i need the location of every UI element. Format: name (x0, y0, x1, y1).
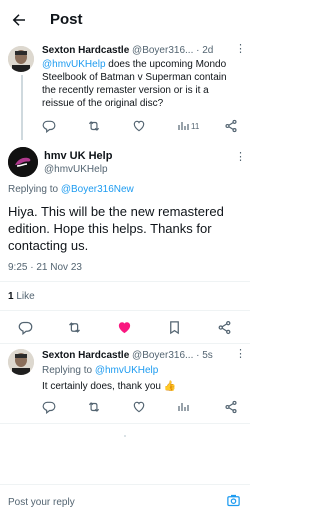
divider (0, 423, 250, 424)
bookmark-icon[interactable] (167, 320, 182, 335)
top-bar: Post (0, 0, 250, 40)
views-stat[interactable]: 11 (177, 120, 199, 132)
author-handle[interactable]: @Boyer316... (132, 45, 193, 56)
more-options-icon[interactable]: ⋮ (235, 42, 246, 55)
more-options-icon[interactable]: ⋮ (235, 347, 246, 360)
repost-icon[interactable] (67, 320, 82, 335)
share-icon[interactable] (224, 400, 238, 414)
author-handle[interactable]: @hmvUKHelp (44, 164, 108, 175)
mention-link[interactable]: @hmvUKHelp (95, 365, 159, 376)
thread-line (21, 75, 23, 140)
likes-label: Like (13, 291, 35, 302)
reply-input[interactable]: Post your reply (8, 497, 75, 508)
repost-icon[interactable] (87, 400, 101, 414)
replying-to: Replying to @hmvUKHelp (42, 364, 158, 377)
tweet-header: Sexton Hardcastle @Boyer316... · 5s (42, 350, 213, 361)
reply-icon[interactable] (42, 400, 56, 414)
replying-prefix: Replying to (42, 365, 95, 376)
replying-prefix: Replying to (8, 184, 61, 195)
tweet-time[interactable]: · 5s (196, 350, 213, 361)
page-title: Post (50, 11, 83, 28)
tweet-timestamp[interactable]: 9:25 · 21 Nov 23 (8, 262, 82, 273)
avatar[interactable] (8, 147, 38, 177)
divider (0, 310, 250, 311)
divider (0, 484, 250, 485)
repost-icon[interactable] (87, 119, 101, 133)
views-icon (178, 122, 189, 130)
author-name[interactable]: Sexton Hardcastle (42, 45, 129, 56)
loading-dot (124, 435, 126, 437)
like-icon-active[interactable] (117, 320, 132, 335)
author-name[interactable]: Sexton Hardcastle (42, 350, 129, 361)
mention-link[interactable]: @Boyer316New (61, 184, 134, 195)
like-icon[interactable] (132, 119, 146, 133)
share-icon[interactable] (224, 119, 238, 133)
tweet-time[interactable]: · 2d (196, 45, 213, 56)
more-options-icon[interactable]: ⋮ (235, 150, 246, 163)
tweet-header: Sexton Hardcastle @Boyer316... · 2d (42, 45, 213, 56)
tweet-text: Hiya. This will be the new remastered ed… (8, 204, 224, 253)
back-arrow-icon[interactable] (10, 11, 28, 29)
avatar[interactable] (8, 46, 34, 72)
divider (0, 343, 250, 344)
views-count: 11 (191, 121, 200, 131)
reply-icon[interactable] (18, 320, 33, 335)
likes-stat[interactable]: 1 Like (8, 291, 35, 302)
tweet-text: It certainly does, thank you 👍 (42, 381, 177, 392)
author-handle[interactable]: @Boyer316... (132, 350, 193, 361)
views-icon[interactable] (177, 401, 189, 413)
share-icon[interactable] (217, 320, 232, 335)
replying-to: Replying to @Boyer316New (8, 184, 134, 195)
author-name[interactable]: hmv UK Help (44, 150, 112, 162)
like-icon[interactable] (132, 400, 146, 414)
reply-icon[interactable] (42, 119, 56, 133)
mention-link[interactable]: @hmvUKHelp (42, 59, 106, 70)
image-attach-icon[interactable] (226, 493, 241, 508)
divider (0, 281, 250, 282)
tweet-text: @hmvUKHelp does the upcoming Mondo Steel… (42, 58, 242, 110)
avatar[interactable] (8, 349, 34, 375)
